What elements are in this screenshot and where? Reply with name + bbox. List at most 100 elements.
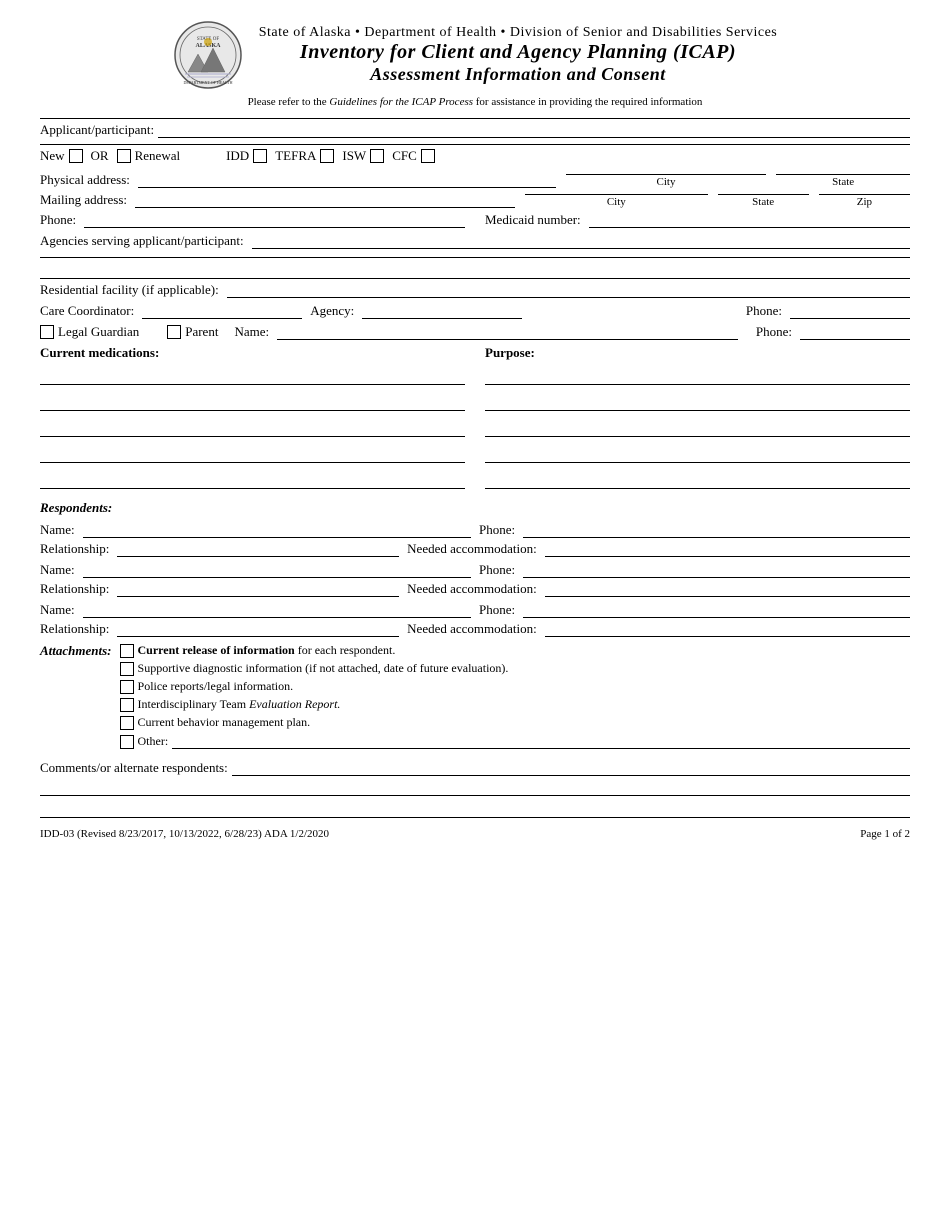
guardian-name-field[interactable] [277,324,738,340]
mailing-address-field[interactable] [135,192,515,208]
header-subtitle: Please refer to the Guidelines for the I… [40,96,910,108]
or-checkbox[interactable] [117,149,131,163]
purpose-line-5[interactable] [485,469,910,489]
resp3-name-phone: Name: Phone: [40,602,910,618]
attachment-5-text: Current behavior management plan. [138,715,311,730]
comments-line-3[interactable] [40,802,910,818]
resp1-accom-field[interactable] [545,541,910,557]
header-line3: Assessment Information and Consent [259,64,777,85]
guardian-name-label: Name: [234,324,269,340]
parent-label: Parent [185,324,218,340]
medications-label: Current medications: [40,345,465,361]
physical-address-main: Physical address: City State [40,172,910,188]
resp2-phone-group: Phone: [479,562,910,578]
resp2-name-field[interactable] [83,562,471,578]
cfc-checkbox[interactable] [421,149,435,163]
attachment-4-text: Interdisciplinary Team Evaluation Report… [138,697,341,712]
physical-address-field[interactable] [138,172,556,188]
mailing-address-label: Mailing address: [40,192,127,208]
purpose-line-2[interactable] [485,391,910,411]
resp3-phone-group: Phone: [479,602,910,618]
applicant-row: Applicant/participant: [40,122,910,138]
purpose-label: Purpose: [485,345,910,361]
med-line-1[interactable] [40,365,465,385]
phone2-field[interactable] [790,303,910,319]
resp1-name-group: Name: [40,522,471,538]
residential-field[interactable] [227,282,910,298]
resp3-rel-group: Relationship: [40,621,399,637]
physical-city-field[interactable] [566,174,767,175]
agency-field[interactable] [362,303,522,319]
attachment-4-checkbox[interactable] [120,698,134,712]
header-text: State of Alaska • Department of Health •… [259,25,777,85]
med-line-5[interactable] [40,469,465,489]
attachment-other-checkbox[interactable] [120,735,134,749]
resp3-name-field[interactable] [83,602,471,618]
attachment-5-checkbox[interactable] [120,716,134,730]
resp2-name-phone: Name: Phone: [40,562,910,578]
attachments-section: Attachments: Current release of informat… [40,643,910,752]
resp2-rel-field[interactable] [117,581,399,597]
attachment-1-checkbox[interactable] [120,644,134,658]
resp3-rel-accom: Relationship: Needed accommodation: [40,621,910,637]
resp1-accom-label: Needed accommodation: [407,541,537,557]
med-line-4[interactable] [40,443,465,463]
guardian-phone-field[interactable] [800,324,910,340]
attachment-2-checkbox[interactable] [120,662,134,676]
comments-line-2[interactable] [40,780,910,796]
isw-checkbox[interactable] [370,149,384,163]
resp3-phone-field[interactable] [523,602,910,618]
resp2-rel-group: Relationship: [40,581,399,597]
attachment-1-item: Current release of information for each … [120,643,910,658]
purpose-line-3[interactable] [485,417,910,437]
resp3-accom-group: Needed accommodation: [407,621,910,637]
medications-row: Current medications: Purpose: [40,345,910,495]
care-coordinator-field[interactable] [142,303,302,319]
resp2-name-group: Name: [40,562,471,578]
footer-left-text: IDD-03 (Revised 8/23/2017, 10/13/2022, 6… [40,828,329,840]
tefra-checkbox[interactable] [320,149,334,163]
parent-checkbox-item: Parent [167,324,218,340]
resp1-name-field[interactable] [83,522,471,538]
med-line-3[interactable] [40,417,465,437]
mailing-state-field[interactable] [718,194,809,195]
attachment-3-checkbox[interactable] [120,680,134,694]
resp1-rel-field[interactable] [117,541,399,557]
respondent-1-row: Name: Phone: Relationship: Needed accomm… [40,522,910,557]
resp1-phone-field[interactable] [523,522,910,538]
applicant-divider [40,144,910,145]
attachment-other-field[interactable] [172,733,910,749]
medicaid-field[interactable] [589,212,910,228]
idd-checkbox[interactable] [253,149,267,163]
resp2-accom-group: Needed accommodation: [407,581,910,597]
isw-checkbox-item: ISW [342,148,384,164]
parent-checkbox[interactable] [167,325,181,339]
resp2-accom-field[interactable] [545,581,910,597]
attachments-label: Attachments: [40,643,112,659]
resp3-accom-field[interactable] [545,621,910,637]
comments-field[interactable] [232,760,910,776]
phone-field[interactable] [84,212,465,228]
new-checkbox[interactable] [69,149,83,163]
purpose-line-1[interactable] [485,365,910,385]
mailing-city-field[interactable] [525,194,707,195]
header-line2: Inventory for Client and Agency Planning… [259,41,777,64]
resp2-rel-accom: Relationship: Needed accommodation: [40,581,910,597]
cfc-checkbox-item: CFC [392,148,435,164]
legal-guardian-checkbox[interactable] [40,325,54,339]
attachments-row: Attachments: Current release of informat… [40,643,910,752]
comments-row: Comments/or alternate respondents: [40,760,910,776]
physical-address-row: Physical address: City State [40,172,910,188]
residential-label: Residential facility (if applicable): [40,282,219,298]
resp2-phone-field[interactable] [523,562,910,578]
renewal-label: Renewal [135,148,180,164]
mailing-zip-field[interactable] [819,194,910,195]
applicant-field[interactable] [158,122,910,138]
resp3-rel-field[interactable] [117,621,399,637]
purpose-line-4[interactable] [485,443,910,463]
physical-state-field[interactable] [776,174,910,175]
agencies-field[interactable] [252,233,910,249]
med-line-2[interactable] [40,391,465,411]
phone-group2: Phone: [746,303,910,319]
guardian-row: Legal Guardian Parent Name: Phone: [40,324,910,340]
